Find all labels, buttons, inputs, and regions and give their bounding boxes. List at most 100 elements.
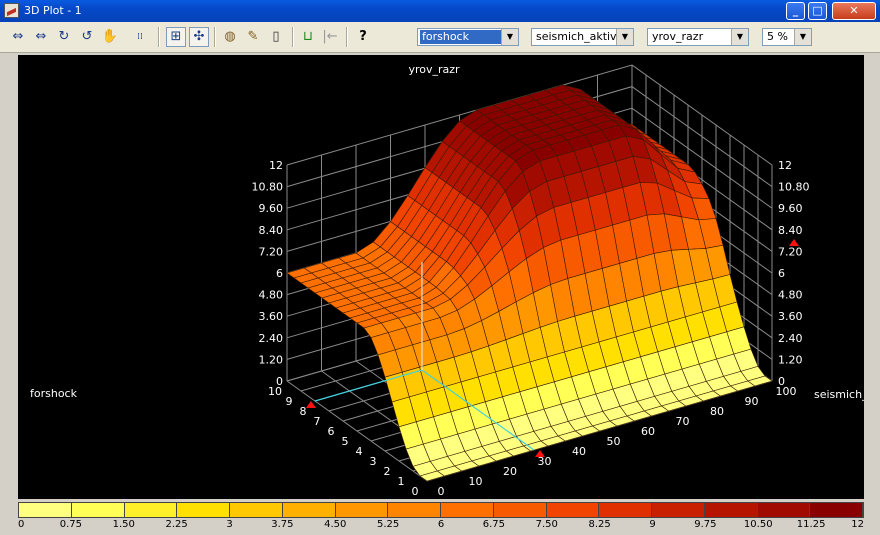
legend-label: 5.25: [376, 519, 400, 530]
chevron-down-icon[interactable]: ▼: [731, 29, 748, 45]
cursor-marker[interactable]: [534, 450, 545, 457]
binary-data-icon[interactable]: ⁞⁞: [130, 27, 150, 47]
legend-swatch: [71, 503, 125, 517]
z-variable-value: yrov_razr: [652, 30, 704, 43]
legend-label: 9.75: [694, 519, 717, 530]
x-variable-select[interactable]: forshock ▼: [417, 28, 519, 46]
maximize-button[interactable]: □: [808, 2, 827, 20]
title-bar: 3D Plot - 1 _ □ ✕: [0, 0, 880, 22]
z-tick-label: 6: [276, 267, 283, 280]
legend-label: 8.25: [588, 519, 611, 530]
legend-swatch: [493, 503, 547, 517]
legend-label: 10.50: [743, 519, 773, 530]
y-variable-value: seismich_aktivn: [536, 30, 624, 43]
z-tick-label: 10.80: [778, 181, 810, 194]
z-tick-label: 6: [778, 267, 785, 280]
y-axis-title: seismich_a: [814, 388, 864, 401]
window-title: 3D Plot - 1: [24, 4, 82, 17]
export-icon[interactable]: ⊔: [298, 27, 318, 47]
legend-swatch: [652, 503, 705, 517]
legend-label: 2.25: [165, 519, 188, 530]
z-tick-label: 10.80: [252, 181, 284, 194]
x-tick-label: 3: [370, 455, 377, 468]
rotate-left-icon[interactable]: ⇔: [8, 27, 28, 47]
legend-swatch: [19, 503, 72, 517]
clipboard-icon[interactable]: ▯: [266, 27, 286, 47]
close-button[interactable]: ✕: [832, 2, 876, 20]
plot-area[interactable]: yrov_razr forshock seismich_a 0 0 1.20 1.20…: [18, 55, 864, 499]
y-tick-label: 60: [641, 425, 655, 438]
legend-label: 6: [437, 519, 445, 530]
legend-label: 3.75: [271, 519, 294, 530]
legend-label: 6.75: [482, 519, 506, 530]
separator: [346, 27, 348, 47]
z-variable-select[interactable]: yrov_razr ▼: [647, 28, 749, 46]
x-tick-label: 9: [286, 395, 293, 408]
x-tick-label: 5: [342, 435, 349, 448]
surface-plot[interactable]: yrov_razr forshock seismich_a 0 0 1.20 1.20…: [18, 55, 864, 499]
legend-swatch: [810, 503, 863, 517]
z-tick-label: 1.20: [778, 353, 803, 366]
z-tick-label: 7.20: [778, 245, 803, 258]
y-tick-label: 50: [607, 435, 621, 448]
y-tick-label: 90: [745, 395, 759, 408]
z-tick-label: 4.80: [259, 289, 284, 302]
legend-swatch: [441, 503, 494, 517]
legend-label: 9: [649, 519, 656, 530]
legend-swatch: [546, 503, 600, 517]
help-icon[interactable]: ?: [353, 27, 373, 47]
x-tick-label: 10: [268, 385, 282, 398]
x-tick-label: 6: [328, 425, 335, 438]
z-axis-title: yrov_razr: [408, 63, 460, 76]
percent-select[interactable]: 5 % ▼: [762, 28, 812, 46]
y-tick-label: 100: [776, 385, 797, 398]
percent-value: 5 %: [767, 30, 788, 43]
zoom-box-icon[interactable]: ⊞: [166, 27, 186, 47]
z-tick-label: 9.60: [259, 202, 284, 215]
color-legend-labels: 0 0.75 1.50 2.25 3 3.75 4.50 5.25 6 6.75 7.50 8.25 9…: [18, 519, 864, 533]
z-tick-label: 7.20: [259, 245, 284, 258]
z-tick-label: 4.80: [778, 289, 803, 302]
legend-label: 0.75: [59, 519, 83, 530]
cursor-marker[interactable]: [789, 239, 799, 246]
legend-swatch: [282, 503, 336, 517]
color-legend: [18, 502, 864, 518]
z-tick-label: 3.60: [259, 310, 284, 323]
x-axis-title: forshock: [30, 387, 78, 400]
minimize-button[interactable]: _: [786, 2, 805, 20]
palette-icon[interactable]: ◍: [220, 27, 240, 47]
legend-label: 1.50: [112, 519, 135, 530]
app-icon: [4, 3, 19, 18]
separator: [292, 27, 294, 47]
z-tick-label: 8.40: [778, 224, 803, 237]
chevron-down-icon[interactable]: ▼: [616, 29, 633, 45]
step-back-icon: |←: [322, 29, 338, 44]
y-tick-label: 20: [503, 465, 517, 478]
x-tick-label: 2: [384, 465, 391, 478]
y-tick-label: 40: [572, 445, 586, 458]
rotate-right-icon[interactable]: ⇔: [31, 27, 51, 47]
chevron-down-icon[interactable]: ▼: [794, 29, 811, 45]
chevron-down-icon[interactable]: ▼: [501, 29, 518, 45]
y-tick-label: 0: [438, 485, 445, 498]
legend-swatch: [177, 503, 230, 517]
legend-label: 4.50: [324, 519, 347, 530]
cursor-marker[interactable]: [306, 401, 316, 408]
legend-label: 11.25: [796, 519, 826, 530]
pan-hand-icon[interactable]: ✋: [100, 27, 120, 47]
legend-swatch: [335, 503, 389, 517]
legend-label: 3: [226, 519, 233, 530]
legend-label: 12: [851, 519, 864, 530]
rotate-down-icon[interactable]: ↺: [77, 27, 97, 47]
legend-label: 0: [18, 519, 25, 530]
brush-icon[interactable]: ✎: [243, 27, 263, 47]
rotate-up-icon[interactable]: ↻: [54, 27, 74, 47]
y-tick-label: 10: [469, 475, 483, 488]
separator: [158, 27, 160, 47]
z-tick-label: 2.40: [778, 332, 803, 345]
axes-icon[interactable]: ✣: [189, 27, 209, 47]
z-tick-label: 12: [778, 159, 792, 172]
y-variable-select[interactable]: seismich_aktivn ▼: [531, 28, 634, 46]
x-tick-label: 7: [314, 415, 321, 428]
z-tick-label: 12: [269, 159, 283, 172]
